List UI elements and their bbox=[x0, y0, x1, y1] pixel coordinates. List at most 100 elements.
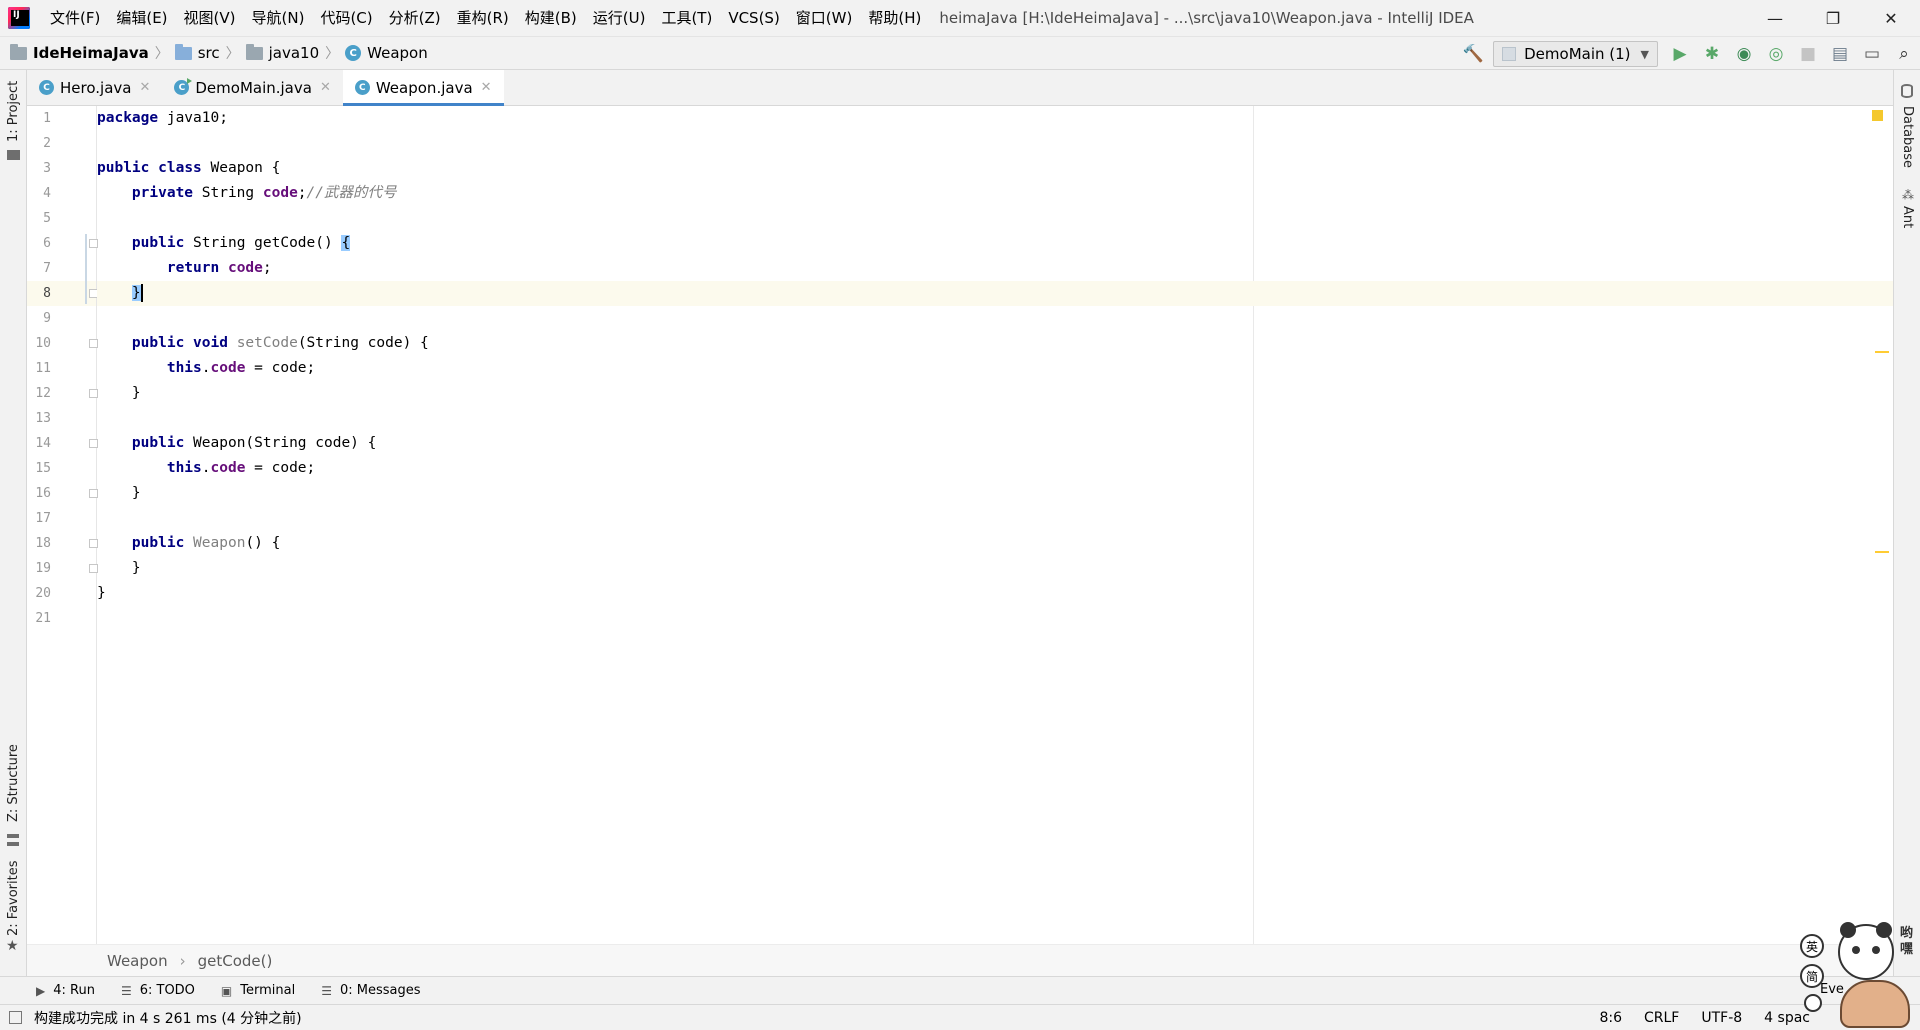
breadcrumb-class[interactable]: C Weapon bbox=[345, 44, 428, 62]
intellij-logo-icon bbox=[8, 7, 30, 29]
breadcrumb-src[interactable]: src bbox=[174, 43, 220, 62]
tab-hero-java[interactable]: C Hero.java ✕ bbox=[27, 70, 162, 105]
caret-position[interactable]: 8:6 bbox=[1599, 1010, 1622, 1026]
star-icon: ★ bbox=[6, 938, 19, 954]
file-encoding[interactable]: UTF-8 bbox=[1701, 1010, 1742, 1026]
menu-refactor[interactable]: 重构(R) bbox=[449, 0, 517, 36]
tool-window-run[interactable]: ▶ 4: Run bbox=[36, 983, 95, 998]
line-number: 15 bbox=[35, 461, 51, 476]
run-button[interactable]: ▶ bbox=[1664, 37, 1696, 71]
window-controls: — ❐ ✕ bbox=[1746, 0, 1920, 36]
tool-tab-ant[interactable]: Ant bbox=[1900, 206, 1915, 228]
toggle-tool-windows-icon[interactable] bbox=[9, 1011, 22, 1024]
breadcrumb-project[interactable]: IdeHeimaJava bbox=[10, 43, 149, 62]
panda-mascot-ear bbox=[1840, 922, 1856, 938]
code-line-15: this.code = code; bbox=[97, 456, 1893, 481]
code-breadcrumb-class[interactable]: Weapon bbox=[107, 952, 168, 970]
menu-vcs[interactable]: VCS(S) bbox=[720, 0, 787, 36]
run-with-coverage-icon[interactable]: ◉ bbox=[1728, 37, 1760, 71]
warning-stripe-marker[interactable] bbox=[1875, 351, 1889, 353]
restore-button[interactable]: ❐ bbox=[1804, 0, 1862, 36]
matched-brace: { bbox=[341, 235, 351, 251]
code-breadcrumb-method[interactable]: getCode() bbox=[198, 952, 273, 970]
menu-tools[interactable]: 工具(T) bbox=[653, 0, 720, 36]
event-log-label[interactable]: Eve bbox=[1820, 982, 1844, 997]
tool-tab-project[interactable]: 1: Project bbox=[6, 81, 21, 142]
code-text: (String code) { bbox=[297, 335, 429, 351]
menu-view[interactable]: 视图(V) bbox=[176, 0, 244, 36]
tool-window-todo[interactable]: ☰ 6: TODO bbox=[121, 983, 195, 998]
status-message[interactable]: 构建成功完成 in 4 s 261 ms (4 分钟之前) bbox=[34, 1008, 302, 1028]
close-tab-icon[interactable]: ✕ bbox=[481, 80, 492, 95]
run-configuration-select[interactable]: DemoMain (1) ▼ bbox=[1493, 41, 1658, 67]
tool-window-terminal[interactable]: ▣ Terminal bbox=[221, 983, 295, 998]
tool-window-label: Terminal bbox=[240, 983, 296, 998]
code-editor[interactable]: 1 2 3 4 5 6 7 8 9 10 11 12 13 14 15 16 1… bbox=[27, 106, 1893, 944]
status-widgets: 8:6 CRLF UTF-8 4 spac bbox=[1577, 1005, 1810, 1030]
line-number: 4 bbox=[43, 186, 51, 201]
scope-indicator bbox=[85, 234, 87, 304]
debug-bug-icon[interactable]: ✱ bbox=[1696, 37, 1728, 71]
tab-weapon-java[interactable]: C Weapon.java ✕ bbox=[342, 70, 504, 106]
keyword: return bbox=[166, 260, 220, 276]
menu-run[interactable]: 运行(U) bbox=[585, 0, 654, 36]
code-line-12: } bbox=[97, 381, 1893, 406]
line-number-gutter[interactable]: 1 2 3 4 5 6 7 8 9 10 11 12 13 14 15 16 1… bbox=[27, 106, 98, 944]
tool-window-messages[interactable]: ☰ 0: Messages bbox=[321, 983, 420, 998]
inspection-status-icon[interactable] bbox=[1872, 110, 1883, 121]
menu-window[interactable]: 窗口(W) bbox=[788, 0, 861, 36]
build-hammer-icon[interactable]: 🔨 bbox=[1457, 37, 1489, 71]
menu-navigate[interactable]: 导航(N) bbox=[244, 0, 313, 36]
todo-list-icon: ☰ bbox=[120, 983, 132, 998]
main-menu: 文件(F) 编辑(E) 视图(V) 导航(N) 代码(C) 分析(Z) 重构(R… bbox=[42, 0, 929, 36]
close-tab-icon[interactable]: ✕ bbox=[139, 80, 150, 95]
tool-tab-favorites[interactable]: 2: Favorites bbox=[6, 860, 21, 936]
search-icon[interactable]: ⌕ bbox=[1888, 37, 1920, 71]
breadcrumb-separator-icon: › bbox=[179, 951, 186, 970]
line-number: 9 bbox=[43, 311, 51, 326]
menu-code[interactable]: 代码(C) bbox=[312, 0, 380, 36]
menu-file[interactable]: 文件(F) bbox=[42, 0, 108, 36]
keyword: public bbox=[131, 335, 185, 351]
warning-stripe-marker[interactable] bbox=[1875, 551, 1889, 553]
tool-window-label: 6: TODO bbox=[139, 983, 195, 998]
line-separator[interactable]: CRLF bbox=[1644, 1010, 1679, 1026]
close-button[interactable]: ✕ bbox=[1862, 0, 1920, 36]
menu-build[interactable]: 构建(B) bbox=[517, 0, 585, 36]
presentation-icon[interactable]: ▭ bbox=[1856, 37, 1888, 71]
run-configuration-label: DemoMain (1) bbox=[1524, 45, 1631, 63]
keyword: package bbox=[97, 110, 159, 126]
tool-tab-structure[interactable]: Z: Structure bbox=[6, 744, 21, 822]
line-number: 5 bbox=[43, 211, 51, 226]
tab-label: Weapon.java bbox=[375, 78, 473, 97]
line-number: 3 bbox=[43, 161, 51, 176]
stop-icon[interactable]: ■ bbox=[1792, 37, 1824, 71]
menu-edit[interactable]: 编辑(E) bbox=[108, 0, 175, 36]
code-text: String getCode() bbox=[184, 235, 342, 251]
code-line-1: package java10; bbox=[97, 106, 1893, 131]
bear-mascot-image bbox=[1840, 980, 1910, 1028]
code-line-18: public Weapon() { bbox=[97, 531, 1893, 556]
breadcrumb-separator-icon: 〉 bbox=[225, 46, 240, 62]
code-text: . bbox=[201, 360, 211, 376]
chevron-down-icon: ▼ bbox=[1640, 47, 1649, 61]
menu-analyze[interactable]: 分析(Z) bbox=[381, 0, 449, 36]
field-name: code bbox=[210, 360, 246, 376]
tab-demomain-java[interactable]: C DemoMain.java ✕ bbox=[162, 70, 342, 105]
code-text: Weapon { bbox=[201, 160, 281, 176]
breadcrumb-package[interactable]: java10 bbox=[245, 43, 319, 62]
menu-help[interactable]: 帮助(H) bbox=[860, 0, 929, 36]
code-text-area[interactable]: package java10; public class Weapon { pr… bbox=[97, 106, 1893, 944]
tool-tab-database[interactable]: Database bbox=[1900, 106, 1915, 168]
ime-english-badge[interactable]: 英 bbox=[1800, 934, 1824, 958]
keyword: this bbox=[166, 460, 202, 476]
profile-icon[interactable]: ◎ bbox=[1760, 37, 1792, 71]
close-tab-icon[interactable]: ✕ bbox=[320, 80, 331, 95]
project-structure-icon[interactable]: ▤ bbox=[1824, 37, 1856, 71]
class-icon: C bbox=[39, 80, 54, 95]
minimize-button[interactable]: — bbox=[1746, 0, 1804, 36]
panda-mascot-eye bbox=[1852, 946, 1860, 954]
